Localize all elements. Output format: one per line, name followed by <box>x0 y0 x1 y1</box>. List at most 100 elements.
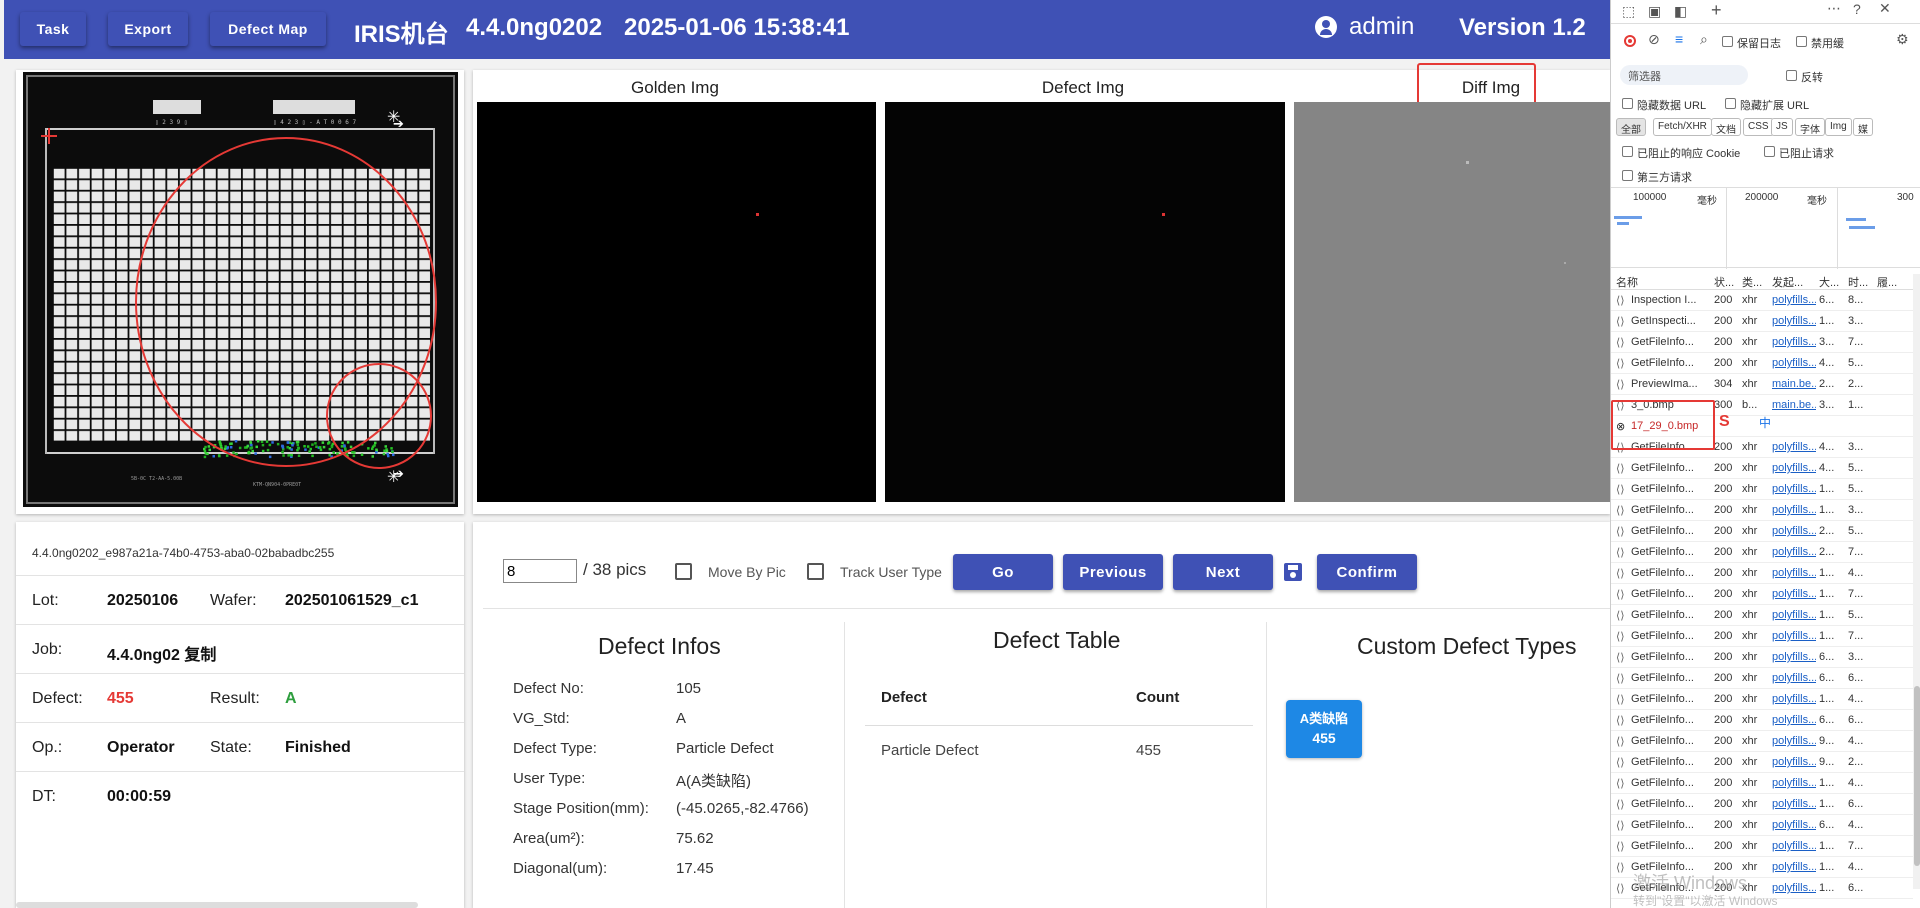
export-button[interactable]: Export <box>108 12 188 46</box>
record-icon[interactable] <box>1624 35 1636 47</box>
invert-checkbox[interactable] <box>1786 70 1797 81</box>
network-request-row[interactable]: ⟨⟩ GetFileInfo... 200 xhr polyfills... 1... 6.… <box>1611 794 1913 815</box>
network-request-row[interactable]: ⟨⟩ GetFileInfo... 200 xhr polyfills... 6... 3.… <box>1611 647 1913 668</box>
network-request-row[interactable]: ⟨⟩ GetInspecti... 200 xhr polyfills... 1... 3.… <box>1611 311 1913 332</box>
request-init[interactable]: polyfills... <box>1772 819 1816 831</box>
network-request-row[interactable]: ⟨⟩ GetFileInfo... 200 xhr polyfills... 1... 3.… <box>1611 500 1913 521</box>
col-size[interactable]: 大... <box>1819 274 1839 290</box>
panel-icon[interactable]: ◧ <box>1674 3 1687 20</box>
network-request-row[interactable]: ⟨⟩ GetFileInfo... 200 xhr polyfills... 2... 5.… <box>1611 521 1913 542</box>
request-init[interactable]: polyfills... <box>1772 756 1816 768</box>
diff-image[interactable] <box>1294 102 1610 502</box>
blocked-cookie-checkbox[interactable] <box>1622 146 1633 157</box>
track-user-type-checkbox[interactable] <box>807 563 824 580</box>
col-name[interactable]: 名称 <box>1616 274 1638 290</box>
defect-map-button[interactable]: Defect Map <box>210 12 326 46</box>
network-request-row[interactable]: ⟨⟩ GetFileInfo... 200 xhr polyfills... 1... 4.… <box>1611 689 1913 710</box>
more-icon[interactable]: ⋯ <box>1827 0 1841 17</box>
request-init[interactable]: polyfills... <box>1772 336 1816 348</box>
network-request-row[interactable]: ⟨⟩ PreviewIma... 304 xhr main.be... 2... 2... <box>1611 374 1913 395</box>
ime-lang-label[interactable]: 中 <box>1759 414 1771 431</box>
request-init[interactable]: polyfills... <box>1772 504 1816 516</box>
horizontal-scrollbar[interactable] <box>16 902 418 908</box>
request-init[interactable]: main.be... <box>1772 378 1816 390</box>
inspect-icon[interactable]: ⬚ <box>1622 3 1635 20</box>
request-init[interactable]: polyfills... <box>1772 882 1816 894</box>
request-init[interactable]: polyfills... <box>1772 462 1816 474</box>
user-menu[interactable]: admin <box>1315 13 1414 41</box>
request-init[interactable]: polyfills... <box>1772 357 1816 369</box>
network-request-row[interactable]: ⟨⟩ Inspection I... 200 xhr polyfills... 6... 8… <box>1611 290 1913 311</box>
col-type[interactable]: 类... <box>1742 274 1762 290</box>
chip-media[interactable]: 媒 <box>1853 118 1873 136</box>
network-request-row[interactable]: ⟨⟩ GetFileInfo... 200 xhr polyfills... 6... 4.… <box>1611 815 1913 836</box>
next-button[interactable]: Next <box>1173 554 1273 590</box>
request-init[interactable]: polyfills... <box>1772 609 1816 621</box>
go-button[interactable]: Go <box>953 554 1053 590</box>
blocked-req-checkbox[interactable] <box>1764 146 1775 157</box>
third-party-checkbox[interactable] <box>1622 170 1633 181</box>
clear-icon[interactable]: ⊘ <box>1648 31 1660 48</box>
network-request-row[interactable]: ⟨⟩ GetFileInfo... 200 xhr polyfills... 1... 4.… <box>1611 773 1913 794</box>
request-init[interactable]: polyfills... <box>1772 651 1816 663</box>
add-tab-icon[interactable]: + <box>1711 0 1722 21</box>
help-icon[interactable]: ? <box>1853 1 1861 17</box>
golden-image[interactable] <box>477 102 876 502</box>
hide-ext-url-checkbox[interactable] <box>1725 98 1736 109</box>
move-by-pic-checkbox[interactable] <box>675 563 692 580</box>
hide-data-url-checkbox[interactable] <box>1622 98 1633 109</box>
request-init[interactable]: polyfills... <box>1772 777 1816 789</box>
network-request-row[interactable]: ⟨⟩ GetFileInfo... 200 xhr polyfills... 1... 7.… <box>1611 584 1913 605</box>
request-init[interactable]: polyfills... <box>1772 630 1816 642</box>
request-init[interactable]: polyfills... <box>1772 798 1816 810</box>
network-timeline[interactable]: 100000 毫秒 200000 毫秒 300 <box>1611 187 1920 269</box>
devtools-scrollbar[interactable] <box>1913 274 1920 889</box>
chip-fetch-xhr[interactable]: Fetch/XHR <box>1653 118 1712 136</box>
request-init[interactable]: polyfills... <box>1772 315 1816 327</box>
filter-input[interactable]: 筛选器 <box>1620 65 1748 85</box>
disable-cache-checkbox[interactable] <box>1796 36 1807 47</box>
col-waterfall[interactable]: 履... <box>1877 274 1897 290</box>
chip-all[interactable]: 全部 <box>1616 118 1646 136</box>
close-icon[interactable]: ✕ <box>1879 0 1891 17</box>
filter-icon[interactable]: ≡ <box>1675 31 1683 47</box>
request-init[interactable]: polyfills... <box>1772 483 1816 495</box>
col-initiator[interactable]: 发起... <box>1772 274 1803 290</box>
chip-img[interactable]: Img <box>1825 118 1852 136</box>
sogou-icon[interactable]: S <box>1719 413 1730 431</box>
request-init[interactable]: polyfills... <box>1772 588 1816 600</box>
network-request-row[interactable]: ⟨⟩ GetFileInfo... 200 xhr polyfills... 6... 6.… <box>1611 710 1913 731</box>
chip-js[interactable]: JS <box>1771 118 1793 136</box>
network-request-row[interactable]: ⟨⟩ GetFileInfo... 200 xhr polyfills... 9... 2.… <box>1611 752 1913 773</box>
defect-image[interactable] <box>885 102 1285 502</box>
previous-button[interactable]: Previous <box>1063 554 1163 590</box>
wafer-map-image[interactable]: ▯ 2 3 9 ▯ ▯ 4 2 3 ▯ - A T 0 0 6 7 ✳ ✳ ➔ … <box>23 72 458 507</box>
preserve-log-checkbox[interactable] <box>1722 36 1733 47</box>
col-status[interactable]: 状... <box>1714 274 1734 290</box>
pic-index-input[interactable] <box>503 559 577 583</box>
confirm-button[interactable]: Confirm <box>1317 554 1417 590</box>
request-init[interactable]: polyfills... <box>1772 567 1816 579</box>
request-init[interactable]: polyfills... <box>1772 294 1816 306</box>
request-init[interactable]: main.be... <box>1772 399 1816 411</box>
network-request-row[interactable]: ⟨⟩ GetFileInfo... 200 xhr polyfills... 9... 4.… <box>1611 731 1913 752</box>
request-init[interactable]: polyfills... <box>1772 525 1816 537</box>
network-request-row[interactable]: ⟨⟩ GetFileInfo... 200 xhr polyfills... 1... 7.… <box>1611 836 1913 857</box>
request-init[interactable]: polyfills... <box>1772 840 1816 852</box>
network-request-row[interactable]: ⟨⟩ GetFileInfo... 200 xhr polyfills... 1... 4.… <box>1611 563 1913 584</box>
network-request-row[interactable]: ⟨⟩ GetFileInfo... 200 xhr polyfills... 1... 7.… <box>1611 626 1913 647</box>
request-init[interactable]: polyfills... <box>1772 861 1816 873</box>
request-init[interactable]: polyfills... <box>1772 693 1816 705</box>
network-request-row[interactable]: ⟨⟩ GetFileInfo... 200 xhr polyfills... 4... 5.… <box>1611 458 1913 479</box>
request-init[interactable]: polyfills... <box>1772 441 1816 453</box>
request-init[interactable]: polyfills... <box>1772 672 1816 684</box>
chip-font[interactable]: 字体 <box>1795 118 1825 136</box>
chip-css[interactable]: CSS <box>1743 118 1774 136</box>
network-request-row[interactable]: ⟨⟩ GetFileInfo... 200 xhr polyfills... 4... 5.… <box>1611 353 1913 374</box>
request-init[interactable]: polyfills... <box>1772 546 1816 558</box>
network-request-row[interactable]: ⟨⟩ GetFileInfo... 200 xhr polyfills... 1... 5.… <box>1611 479 1913 500</box>
network-request-row[interactable]: ⟨⟩ GetFileInfo... 200 xhr polyfills... 2... 7.… <box>1611 542 1913 563</box>
network-request-row[interactable]: ⟨⟩ GetFileInfo... 200 xhr polyfills... 6... 6.… <box>1611 668 1913 689</box>
request-init[interactable]: polyfills... <box>1772 714 1816 726</box>
search-icon[interactable]: ⌕ <box>1700 31 1708 48</box>
